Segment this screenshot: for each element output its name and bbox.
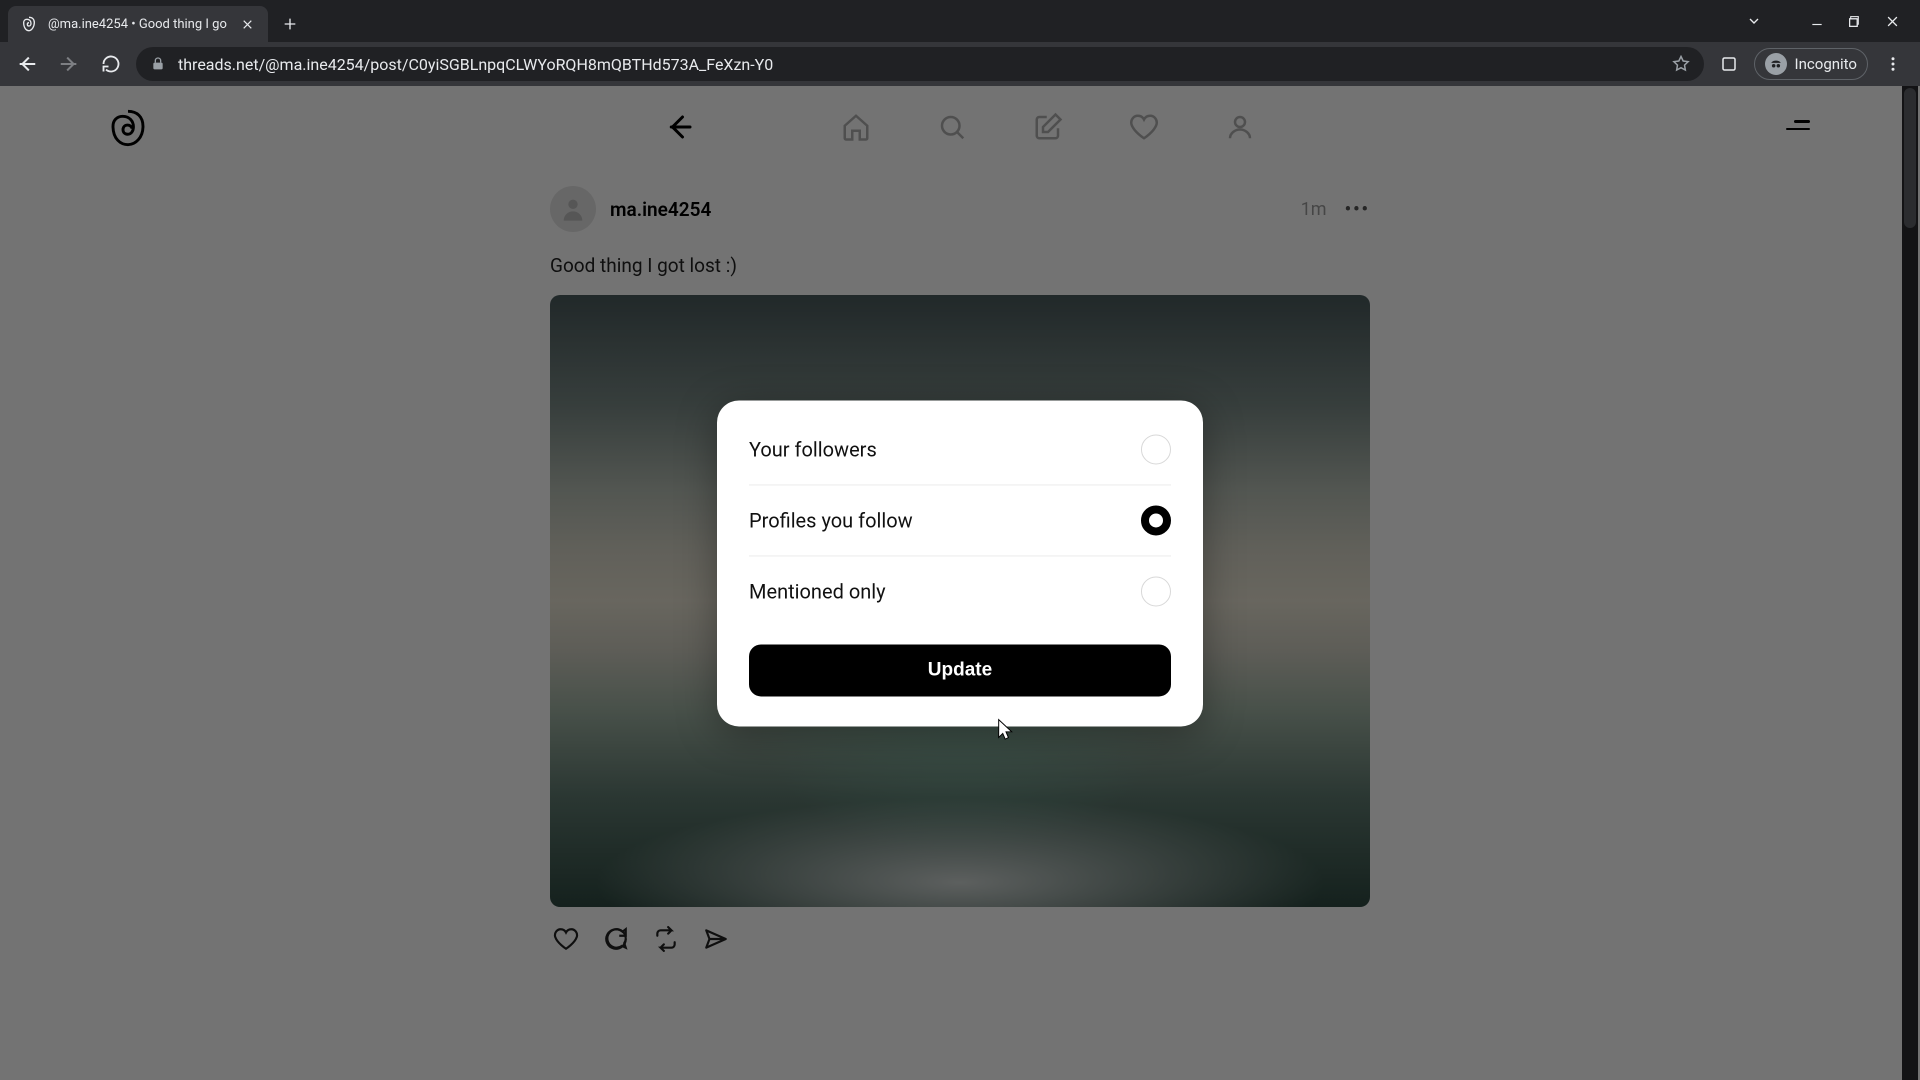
radio-icon[interactable] bbox=[1141, 434, 1171, 464]
browser-toolbar: threads.net/@ma.ine4254/post/C0yiSGBLnpq… bbox=[0, 42, 1920, 86]
option-profiles-you-follow[interactable]: Profiles you follow bbox=[749, 485, 1171, 556]
incognito-label: Incognito bbox=[1795, 55, 1857, 73]
page-viewport: ma.ine4254 1m ••• Good thing I got lost … bbox=[0, 86, 1920, 1080]
update-button-label: Update bbox=[928, 659, 992, 681]
incognito-indicator[interactable]: Incognito bbox=[1754, 48, 1868, 80]
update-button[interactable]: Update bbox=[749, 644, 1171, 696]
option-your-followers[interactable]: Your followers bbox=[749, 428, 1171, 485]
address-bar[interactable]: threads.net/@ma.ine4254/post/C0yiSGBLnpq… bbox=[136, 47, 1704, 81]
browser-tab[interactable]: @ma.ine4254 • Good thing I go bbox=[8, 6, 268, 42]
maximize-icon[interactable] bbox=[1848, 15, 1861, 28]
extensions-icon[interactable] bbox=[1712, 47, 1746, 81]
url-text: threads.net/@ma.ine4254/post/C0yiSGBLnpq… bbox=[178, 55, 1660, 74]
radio-icon[interactable] bbox=[1141, 576, 1171, 606]
browser-tabstrip: @ma.ine4254 • Good thing I go bbox=[0, 0, 1920, 42]
option-label: Your followers bbox=[749, 437, 877, 461]
close-tab-icon[interactable] bbox=[238, 15, 256, 33]
threads-favicon-icon bbox=[20, 15, 38, 33]
new-tab-button[interactable] bbox=[274, 8, 306, 40]
browser-menu-icon[interactable] bbox=[1876, 47, 1910, 81]
lock-icon[interactable] bbox=[150, 56, 166, 72]
window-close-icon[interactable] bbox=[1885, 14, 1900, 29]
window-controls bbox=[1746, 0, 1920, 42]
bookmark-star-icon[interactable] bbox=[1672, 55, 1690, 73]
option-label: Mentioned only bbox=[749, 579, 886, 603]
radio-icon[interactable] bbox=[1141, 505, 1171, 535]
option-mentioned-only[interactable]: Mentioned only bbox=[749, 556, 1171, 626]
option-label: Profiles you follow bbox=[749, 508, 913, 532]
tab-title: @ma.ine4254 • Good thing I go bbox=[48, 17, 228, 32]
minimize-icon[interactable] bbox=[1810, 14, 1824, 28]
reply-settings-modal: Your followers Profiles you follow Menti… bbox=[717, 400, 1203, 726]
nav-forward-button[interactable] bbox=[52, 47, 86, 81]
incognito-icon bbox=[1765, 53, 1787, 75]
nav-back-button[interactable] bbox=[10, 47, 44, 81]
tab-search-icon[interactable] bbox=[1746, 13, 1762, 29]
reload-button[interactable] bbox=[94, 47, 128, 81]
